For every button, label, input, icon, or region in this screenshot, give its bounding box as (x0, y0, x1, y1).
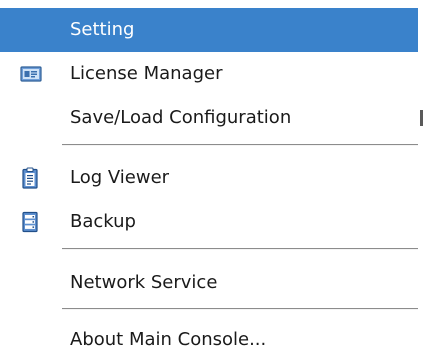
menu-item-label: Setting (70, 19, 135, 40)
license-card-icon (20, 63, 42, 85)
menu-item-label: Save/Load Configuration (70, 107, 292, 128)
menu-item-label: Network Service (70, 272, 218, 293)
clipboard-icon (20, 167, 40, 189)
menu-item-license-manager[interactable]: License Manager (0, 52, 418, 96)
menu-item-log-viewer[interactable]: Log Viewer (0, 156, 418, 200)
menu-item-about-main-console[interactable]: About Main Console... (0, 318, 418, 362)
menu-item-label: Log Viewer (70, 167, 170, 188)
menu-item-label: About Main Console... (70, 329, 267, 350)
menu-item-label: License Manager (70, 63, 223, 84)
menu-separator (62, 144, 418, 146)
menu-item-save-load-configuration[interactable]: Save/Load Configuration (0, 96, 418, 140)
menu-item-setting[interactable]: Setting (0, 8, 418, 52)
menu-separator (62, 308, 418, 310)
window-edge-mark (420, 110, 423, 126)
menu-item-network-service[interactable]: Network Service (0, 261, 418, 305)
menu-item-label: Backup (70, 211, 136, 232)
menu-separator (62, 248, 418, 250)
context-menu: Setting License Manager Save/Load Config… (0, 0, 424, 362)
menu-item-backup[interactable]: Backup (0, 200, 418, 244)
backup-stack-icon (20, 211, 40, 233)
